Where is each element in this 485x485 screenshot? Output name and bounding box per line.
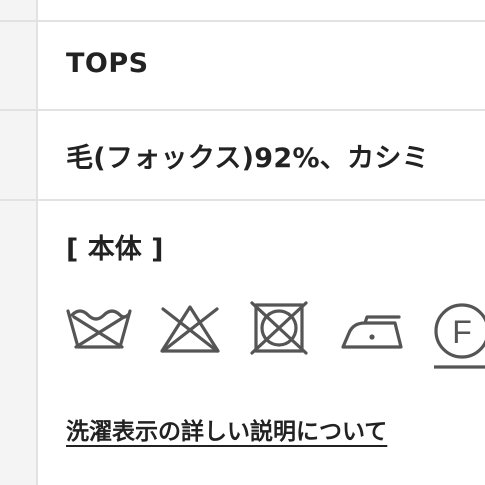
dry-clean-letter: F	[452, 314, 472, 350]
spec-row-category: TOPS	[0, 22, 485, 111]
spec-row-header	[0, 201, 38, 485]
spec-row-top	[0, 0, 485, 22]
spec-row-material: 毛(フォックス)92%、カシミ	[0, 111, 485, 201]
spec-row-header	[0, 22, 38, 109]
care-instructions-link[interactable]: 洗濯表示の詳しい説明について	[66, 412, 387, 446]
spec-row-header	[0, 0, 38, 20]
no-tumble-dry-icon	[250, 301, 308, 355]
dry-clean-f-icon: F	[434, 303, 485, 369]
care-icons: F	[66, 301, 485, 373]
care-section-label: [ 本体 ]	[66, 234, 164, 265]
category-value: TOPS	[66, 48, 149, 79]
hand-wash-icon	[66, 309, 132, 349]
spec-row-header	[0, 111, 38, 199]
product-spec-table: TOPS 毛(フォックス)92%、カシミ [ 本体 ] F 洗濯表示の詳しい説明…	[0, 0, 485, 485]
material-value: 毛(フォックス)92%、カシミ	[66, 143, 429, 174]
no-bleach-icon	[160, 305, 220, 353]
low-iron-icon	[341, 315, 403, 349]
spec-row-care: [ 本体 ] F 洗濯表示の詳しい説明について	[0, 201, 485, 485]
